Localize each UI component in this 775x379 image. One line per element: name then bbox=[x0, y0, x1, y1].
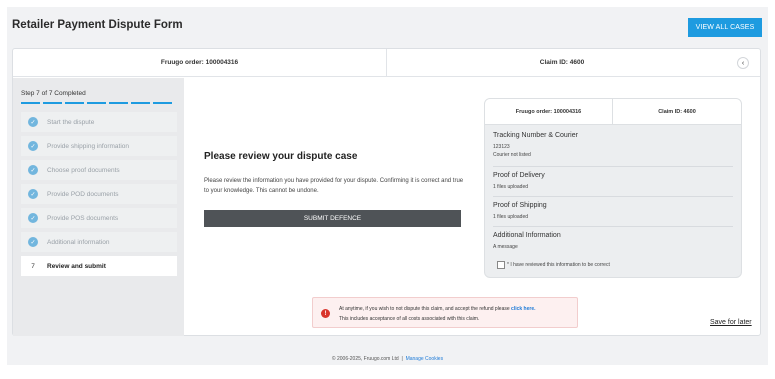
manage-cookies-link[interactable]: Manage Cookies bbox=[406, 356, 444, 362]
progress-segment bbox=[21, 102, 40, 104]
step-review-submit[interactable]: 7 Review and submit bbox=[21, 256, 177, 276]
step-number: 7 bbox=[31, 262, 35, 270]
copyright: © 2006-2025, Fruugo.com Ltd bbox=[331, 356, 399, 362]
dispute-card: Fruugo order: 100004316 Claim ID: 4600 ‹… bbox=[12, 48, 761, 336]
accept-refund-link[interactable]: click here. bbox=[511, 306, 535, 312]
order-number: Fruugo order: 100004316 bbox=[13, 49, 387, 76]
summary-header: Fruugo order: 100004316 Claim ID: 4600 bbox=[485, 99, 741, 125]
confirm-review[interactable]: * I have reviewed this information to be… bbox=[497, 261, 610, 269]
confirm-checkbox[interactable] bbox=[497, 261, 505, 269]
additional-section: Additional Information A message bbox=[493, 232, 735, 250]
progress-segment bbox=[87, 102, 106, 104]
divider bbox=[493, 196, 733, 197]
progress-bar bbox=[21, 102, 172, 104]
shipping-files: 1 files uploaded bbox=[493, 214, 529, 220]
delivery-heading: Proof of Delivery bbox=[493, 172, 545, 179]
summary-claim: Claim ID: 4600 bbox=[658, 108, 696, 115]
footer-separator: | bbox=[401, 356, 403, 362]
alert-text: At anytime, if you wish to not dispute t… bbox=[339, 306, 510, 312]
check-icon: ✓ bbox=[28, 213, 38, 223]
accept-refund-alert: ! At anytime, if you wish to not dispute… bbox=[312, 297, 578, 328]
claim-id: Claim ID: 4600 bbox=[539, 59, 585, 66]
step-start-dispute[interactable]: ✓ Start the dispute bbox=[21, 112, 177, 132]
shipping-section: Proof of Shipping 1 files uploaded bbox=[493, 202, 735, 220]
check-icon: ✓ bbox=[28, 189, 38, 199]
check-icon: ✓ bbox=[28, 141, 38, 151]
summary-order: Fruugo order: 100004316 bbox=[485, 99, 613, 124]
save-for-later-link[interactable]: Save for later bbox=[710, 319, 752, 326]
divider bbox=[493, 226, 733, 227]
step-label: Choose proof documents bbox=[47, 166, 120, 174]
step-label: Start the dispute bbox=[47, 118, 95, 126]
step-status: Step 7 of 7 Completed bbox=[21, 90, 86, 97]
step-pod-documents[interactable]: ✓ Provide POD documents bbox=[21, 184, 177, 204]
delivery-section: Proof of Delivery 1 files uploaded bbox=[493, 172, 735, 190]
review-description: Please review the information you have p… bbox=[204, 178, 464, 194]
chevron-left-icon[interactable]: ‹ bbox=[737, 57, 749, 69]
additional-message: A message bbox=[493, 244, 518, 250]
delivery-files: 1 files uploaded bbox=[493, 184, 529, 190]
progress-segment bbox=[153, 102, 172, 104]
check-icon: ✓ bbox=[28, 237, 38, 247]
alert-line-2: This includes acceptance of all costs as… bbox=[339, 316, 480, 322]
page-title: Retailer Payment Dispute Form bbox=[12, 19, 183, 31]
progress-segment bbox=[43, 102, 62, 104]
submit-defence-button[interactable]: SUBMIT DEFENCE bbox=[204, 210, 461, 227]
step-pos-documents[interactable]: ✓ Provide POS documents bbox=[21, 208, 177, 228]
courier-name: Courier not listed bbox=[493, 152, 531, 158]
additional-heading: Additional Information bbox=[493, 232, 561, 239]
tracking-heading: Tracking Number & Courier bbox=[493, 132, 578, 139]
divider bbox=[493, 166, 733, 167]
case-bar: Fruugo order: 100004316 Claim ID: 4600 bbox=[13, 49, 760, 77]
step-label: Provide shipping information bbox=[47, 142, 130, 150]
step-label: Provide POS documents bbox=[47, 214, 119, 222]
step-label: Review and submit bbox=[47, 262, 106, 270]
exclamation-icon: ! bbox=[321, 309, 330, 318]
step-label: Provide POD documents bbox=[47, 190, 119, 198]
review-heading: Please review your dispute case bbox=[204, 151, 358, 162]
confirm-label: * I have reviewed this information to be… bbox=[507, 262, 610, 268]
tracking-number: 123123 bbox=[493, 144, 510, 150]
tracking-section: Tracking Number & Courier 123123 Courier… bbox=[493, 132, 735, 158]
footer: © 2006-2025, Fruugo.com Ltd | Manage Coo… bbox=[0, 356, 775, 362]
shipping-heading: Proof of Shipping bbox=[493, 202, 547, 209]
step-proof-documents[interactable]: ✓ Choose proof documents bbox=[21, 160, 177, 180]
progress-segment bbox=[109, 102, 128, 104]
case-summary-panel: Fruugo order: 100004316 Claim ID: 4600 T… bbox=[484, 98, 742, 278]
step-label: Additional information bbox=[47, 238, 110, 246]
check-icon: ✓ bbox=[28, 117, 38, 127]
alert-line-1: At anytime, if you wish to not dispute t… bbox=[339, 306, 536, 312]
steps-sidebar: Step 7 of 7 Completed ✓ Start the disput… bbox=[13, 78, 184, 336]
view-all-cases-button[interactable]: VIEW ALL CASES bbox=[688, 18, 762, 37]
step-shipping-information[interactable]: ✓ Provide shipping information bbox=[21, 136, 177, 156]
step-additional-information[interactable]: ✓ Additional information bbox=[21, 232, 177, 252]
check-icon: ✓ bbox=[28, 165, 38, 175]
progress-segment bbox=[131, 102, 150, 104]
progress-segment bbox=[65, 102, 84, 104]
